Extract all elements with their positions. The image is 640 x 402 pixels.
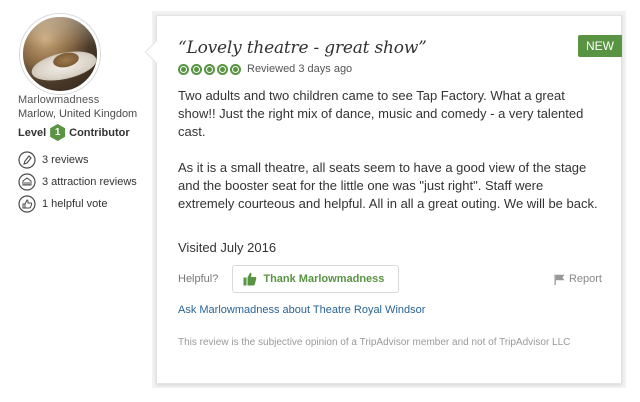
stat-helpful-votes[interactable]: 1 helpful vote [18,193,137,215]
attraction-icon [18,173,36,191]
member-stats: 3 reviews 3 attraction reviews 1 helpful… [18,149,137,215]
review-paragraph: As it is a small theatre, all seats seem… [178,160,598,211]
avatar-shine [23,17,97,47]
ask-member-link[interactable]: Ask Marlowmadness about Theatre Royal Wi… [178,304,425,316]
report-label: Report [568,273,602,285]
helpful-label: Helpful? [178,273,219,285]
stat-helpful-votes-text: 1 helpful vote [42,198,108,210]
new-badge: NEW [578,35,622,57]
stat-reviews-text: 3 reviews [42,154,89,166]
review-title[interactable]: “Lovely theatre - great show” [178,38,427,58]
review-disclaimer: This review is the subjective opinion of… [178,337,571,348]
stat-attraction-reviews-text: 3 attraction reviews [42,176,137,188]
thank-button-label: Thank Marlowmadness [263,273,385,285]
review-body: Two adults and two children came to see … [178,87,598,231]
member-username[interactable]: Marlowmadness [18,94,99,106]
pen-icon [18,151,36,169]
rating-bubble-icon [178,63,189,75]
card-notch [144,40,168,64]
stat-reviews[interactable]: 3 reviews [18,149,137,171]
helpful-row: Helpful? Thank Marlowmadness Report [178,265,602,293]
level-badge: 1 [50,124,66,141]
level-suffix: Contributor [69,126,130,139]
member-level: Level 1 Contributor [18,124,130,141]
rating-bubble-icon [230,63,241,75]
thumbs-up-icon [243,272,257,286]
thank-button[interactable]: Thank Marlowmadness [232,265,400,293]
review-paragraph: Two adults and two children came to see … [178,88,584,139]
avatar[interactable] [20,14,100,94]
review-card: NEW “Lovely theatre - great show” Review… [144,15,622,384]
level-label: Level [18,126,47,139]
flag-icon [554,274,565,285]
report-link[interactable]: Report [554,273,602,285]
stat-attraction-reviews[interactable]: 3 attraction reviews [18,171,137,193]
rating-bubble-icon [217,63,228,75]
thumbs-up-circle-icon [18,195,36,213]
review-date: Reviewed 3 days ago [247,63,353,75]
bubble-rating: Reviewed 3 days ago [178,63,352,75]
rating-bubble-icon [204,63,215,75]
member-location: Marlow, United Kingdom [18,108,138,120]
visit-date: Visited July 2016 [178,240,277,255]
rating-bubble-icon [191,63,202,75]
